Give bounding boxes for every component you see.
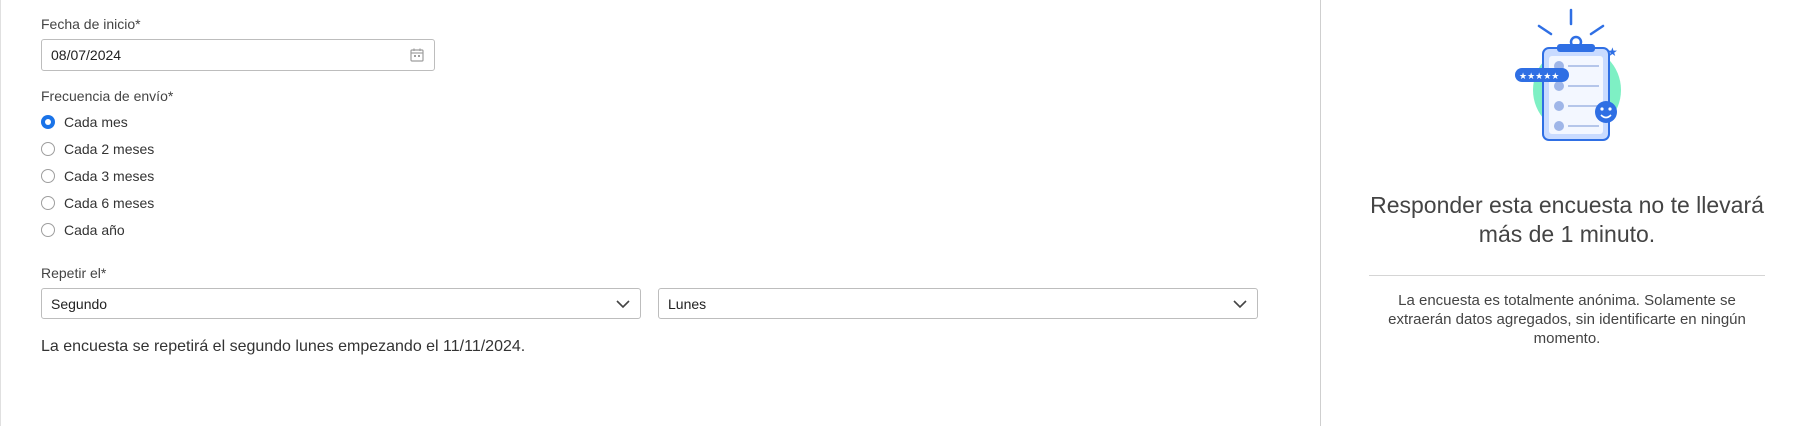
chevron-down-icon[interactable] [1232, 296, 1248, 312]
frequency-option-yearly[interactable]: Cada año [41, 222, 125, 238]
frequency-option-label: Cada 2 meses [64, 141, 155, 157]
frequency-option-label: Cada 6 meses [64, 195, 155, 211]
radio-button[interactable] [41, 196, 55, 210]
start-date-label: Fecha de inicio* [41, 16, 141, 32]
divider [1369, 275, 1765, 276]
radio-button[interactable] [41, 142, 55, 156]
chevron-down-icon[interactable] [615, 296, 631, 312]
repeat-ordinal-select[interactable]: Segundo [41, 288, 641, 319]
frequency-option-monthly[interactable]: Cada mes [41, 114, 128, 130]
survey-clipboard-illustration: ★★★★★ ★ [1515, 8, 1621, 141]
frequency-option-label: Cada 3 meses [64, 168, 155, 184]
frequency-label: Frecuencia de envío* [41, 88, 174, 104]
svg-text:★★★★★: ★★★★★ [1519, 72, 1559, 82]
info-note: La encuesta es totalmente anónima. Solam… [1388, 292, 1746, 347]
repeat-ordinal-value: Segundo [51, 295, 108, 312]
start-date-value: 08/07/2024 [51, 47, 122, 63]
frequency-option-6-months[interactable]: Cada 6 meses [41, 195, 154, 211]
radio-button[interactable] [41, 169, 55, 183]
start-date-field[interactable]: 08/07/2024 [41, 39, 435, 71]
frequency-option-2-months[interactable]: Cada 2 meses [41, 141, 154, 157]
svg-text:★: ★ [1607, 45, 1618, 59]
repeat-weekday-select[interactable]: Lunes [658, 288, 1258, 319]
frequency-option-label: Cada mes [64, 114, 128, 130]
radio-button[interactable] [41, 223, 55, 237]
info-title: Responder esta encuesta no te llevará má… [1370, 192, 1764, 247]
frequency-option-label: Cada año [64, 222, 125, 238]
frequency-option-3-months[interactable]: Cada 3 meses [41, 168, 154, 184]
repeat-label: Repetir el* [41, 265, 107, 281]
info-panel: ★★★★★ ★ Responder esta encuesta no te ll… [1320, 0, 1812, 426]
survey-form: Fecha de inicio* 08/07/2024 Frecuencia d… [0, 0, 1321, 426]
radio-button-checked[interactable] [41, 115, 55, 129]
repeat-summary-text: La encuesta se repetirá el segundo lunes… [41, 338, 526, 355]
calendar-icon[interactable] [409, 47, 425, 63]
repeat-weekday-value: Lunes [668, 295, 707, 312]
